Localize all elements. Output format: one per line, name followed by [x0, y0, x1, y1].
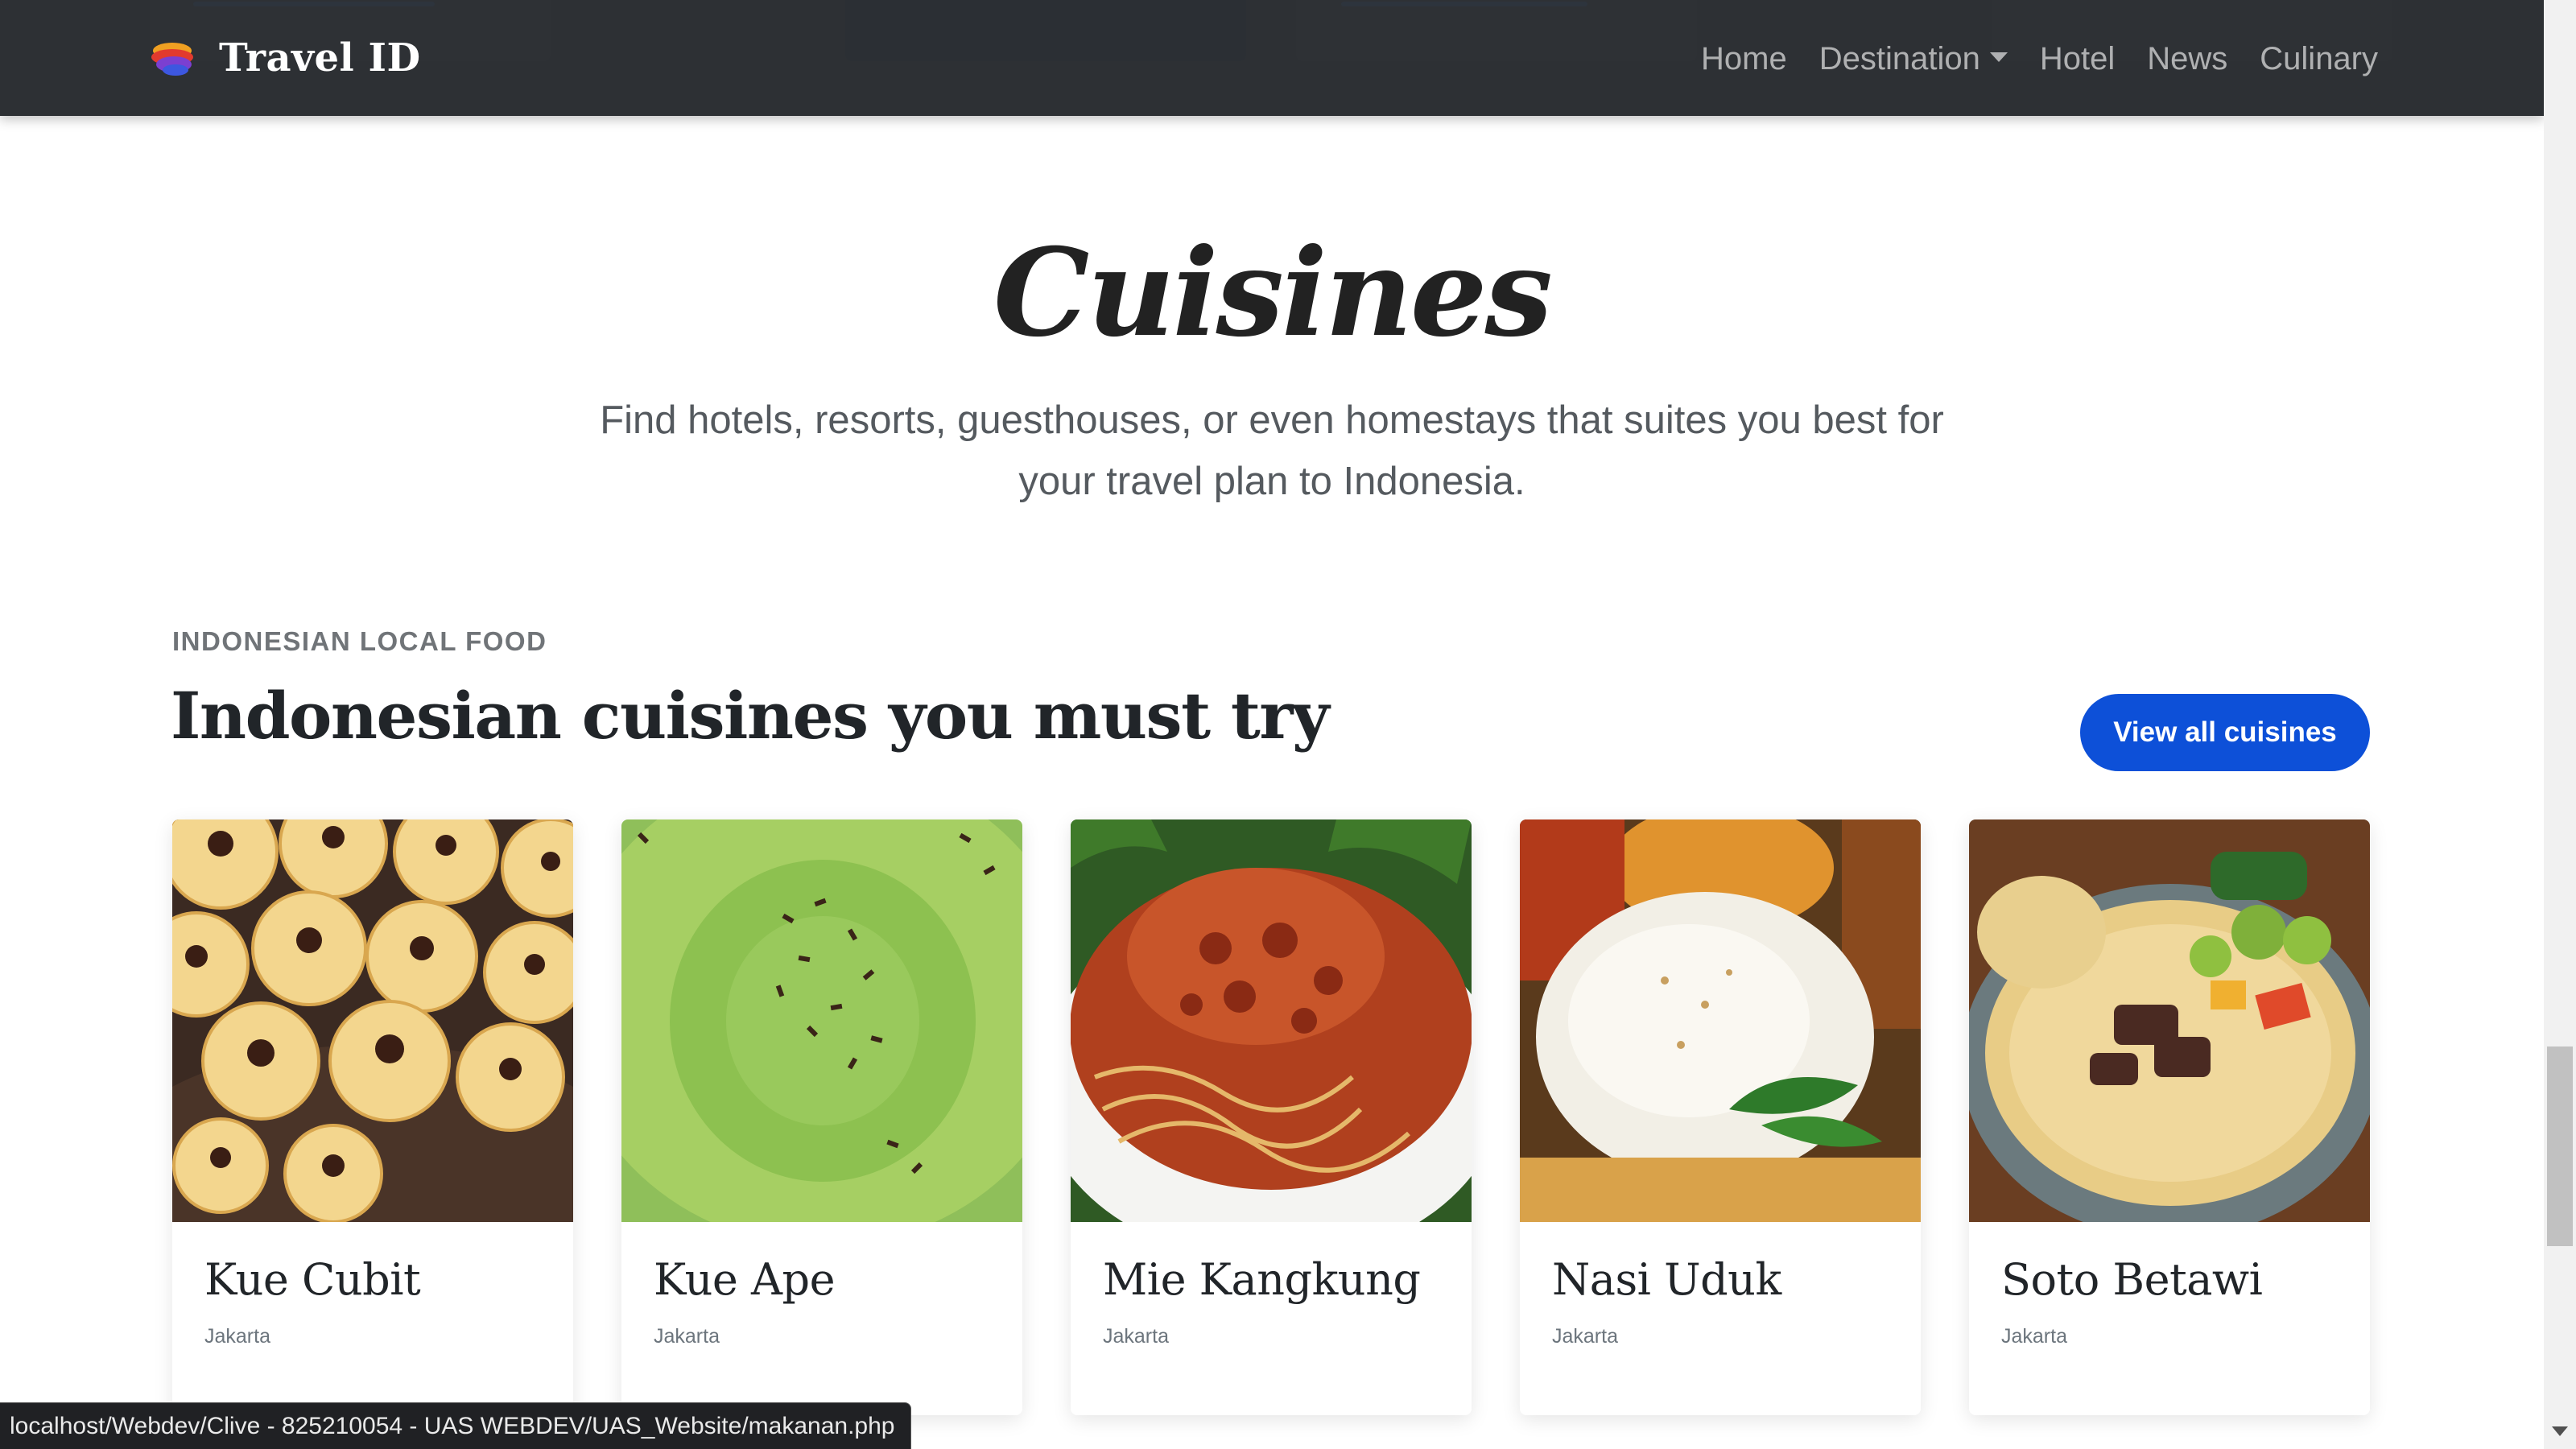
cuisine-card-list: Kue Cubit Jakarta Kue Ape Jakarta Mie Ka…	[172, 819, 2370, 1415]
cuisine-card[interactable]: Nasi Uduk Jakarta	[1520, 819, 1921, 1415]
cuisine-name: Nasi Uduk	[1552, 1254, 1781, 1305]
navbar: Travel ID Home Destination Hotel News Cu…	[0, 0, 2544, 116]
nav-hotel[interactable]: Hotel	[2040, 41, 2115, 77]
nav-news[interactable]: News	[2147, 41, 2227, 77]
nav-destination-dropdown[interactable]: Destination	[1819, 41, 2008, 77]
cuisine-name: Soto Betawi	[2001, 1254, 2263, 1305]
page-title: Cuisines	[993, 222, 1553, 364]
cuisine-location: Jakarta	[204, 1325, 270, 1348]
cuisine-location: Jakarta	[2001, 1325, 2067, 1348]
cuisine-name: Kue Ape	[654, 1254, 836, 1305]
cuisine-card[interactable]: Mie Kangkung Jakarta	[1071, 819, 1472, 1415]
page-scrollbar[interactable]	[2544, 0, 2576, 1449]
brand-name: Travel ID	[219, 35, 421, 80]
cuisine-name: Mie Kangkung	[1103, 1254, 1421, 1305]
brand-logo-icon	[151, 43, 193, 76]
section-title: Indonesian cuisines you must try	[171, 678, 1329, 753]
scroll-down-arrow-icon[interactable]	[2552, 1426, 2568, 1436]
kue-cubit-image	[172, 819, 573, 1222]
browser-status-url: localhost/Webdev/Clive - 825210054 - UAS…	[0, 1402, 912, 1449]
section-eyebrow: INDONESIAN LOCAL FOOD	[172, 626, 547, 656]
nav-culinary[interactable]: Culinary	[2260, 41, 2378, 77]
nav-destination-label: Destination	[1818, 40, 1980, 76]
cuisine-card[interactable]: Kue Ape Jakarta	[621, 819, 1022, 1415]
cuisine-location: Jakarta	[1103, 1325, 1169, 1348]
cuisine-location: Jakarta	[1552, 1325, 1618, 1348]
nasi-uduk-image	[1520, 819, 1921, 1222]
nav-links: Home Destination Hotel News Culinary	[1701, 32, 2378, 85]
brand-link[interactable]: Travel ID	[150, 34, 421, 82]
cuisine-card[interactable]: Soto Betawi Jakarta	[1969, 819, 2370, 1415]
caret-down-icon	[1989, 52, 2008, 62]
soto-betawi-image	[1969, 819, 2370, 1222]
scrollbar-thumb[interactable]	[2547, 1046, 2573, 1246]
cuisine-name: Kue Cubit	[204, 1254, 421, 1305]
page-subtitle: Find hotels, resorts, guesthouses, or ev…	[600, 398, 1944, 503]
cuisine-location: Jakarta	[654, 1325, 720, 1348]
cuisine-card[interactable]: Kue Cubit Jakarta	[172, 819, 573, 1415]
kue-ape-image	[621, 819, 1022, 1222]
view-all-cuisines-button[interactable]: View all cuisines	[2080, 694, 2370, 771]
mie-kangkung-image	[1071, 819, 1472, 1222]
nav-home[interactable]: Home	[1701, 41, 1787, 77]
